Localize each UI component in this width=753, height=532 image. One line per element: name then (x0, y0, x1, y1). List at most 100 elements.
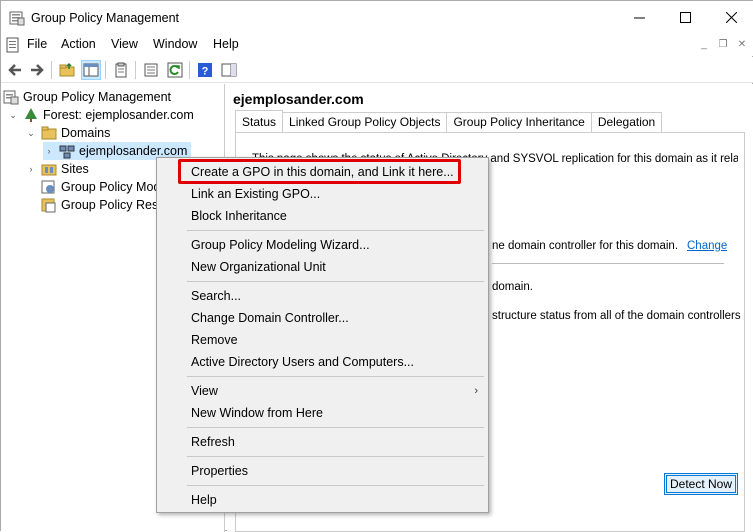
divider (492, 263, 724, 264)
menu-separator (187, 456, 484, 457)
tree-label-forest: Forest: ejemplosander.com (43, 108, 194, 122)
help-icon: ? (198, 63, 212, 78)
results-icon (41, 198, 56, 213)
tree-item-domains[interactable]: ⌄ Domains (25, 124, 110, 142)
highlight-annotation (178, 159, 461, 184)
tree-item-root[interactable]: Group Policy Management (3, 88, 171, 106)
forward-button[interactable] (27, 60, 47, 80)
tab-status[interactable]: Status (235, 110, 284, 132)
sites-icon (41, 164, 57, 176)
expand-icon[interactable]: › (43, 146, 55, 156)
menu-separator (187, 230, 484, 231)
tree-item-sites[interactable]: › Sites (25, 160, 89, 178)
menu-item-link-existing-gpo[interactable]: Link an Existing GPO... (159, 183, 486, 205)
menu-help[interactable]: Help (213, 37, 239, 51)
expand-icon[interactable]: › (25, 164, 37, 174)
mdi-restore-button[interactable]: ❐ (716, 38, 730, 52)
title-bar: Group Policy Management (1, 1, 753, 34)
toolbar-separator (105, 61, 106, 79)
properties-button[interactable] (111, 60, 131, 80)
mdi-close-button[interactable]: ✕ (735, 38, 749, 52)
action-pane-icon (221, 63, 237, 77)
menu-item-refresh[interactable]: Refresh (159, 431, 486, 453)
domain-icon (59, 145, 75, 159)
close-icon (725, 12, 737, 23)
domain-status-text: domain. (492, 281, 533, 293)
tree-label-domain: ejemplosander.com (79, 144, 188, 158)
menu-bar: File Action View Window Help _ ❐ ✕ (1, 34, 753, 56)
change-link[interactable]: Change (687, 240, 727, 252)
close-button[interactable] (708, 1, 753, 34)
menu-file[interactable]: File (27, 37, 47, 51)
menu-separator (187, 281, 484, 282)
menu-item-modeling-wizard[interactable]: Group Policy Modeling Wizard... (159, 234, 486, 256)
menu-item-view-label: View (191, 384, 218, 398)
window-title: Group Policy Management (31, 11, 179, 25)
modeling-icon (41, 180, 55, 194)
tree-item-modeling[interactable]: Group Policy Mod (41, 178, 160, 196)
tree-label-root: Group Policy Management (23, 90, 171, 104)
gpmc-app-icon (9, 11, 25, 26)
menu-separator (187, 427, 484, 428)
up-folder-button[interactable] (57, 60, 77, 80)
mdi-minimize-button[interactable]: _ (697, 38, 711, 52)
menu-window[interactable]: Window (153, 37, 197, 51)
tree-label-results: Group Policy Resu (61, 198, 166, 212)
forward-icon (31, 64, 44, 76)
tree-item-forest[interactable]: ⌄ Forest: ejemplosander.com (7, 106, 194, 124)
action-pane-button[interactable] (219, 60, 239, 80)
menu-separator (187, 485, 484, 486)
show-hide-tree-button[interactable] (81, 60, 101, 80)
up-folder-icon (59, 62, 75, 77)
menu-separator (187, 376, 484, 377)
infrastructure-status-text: structure status from all of the domain … (492, 310, 741, 322)
menu-action[interactable]: Action (61, 37, 96, 51)
page-title: ejemplosander.com (233, 91, 364, 107)
menu-item-remove[interactable]: Remove (159, 329, 486, 351)
menu-item-new-ou[interactable]: New Organizational Unit (159, 256, 486, 278)
tab-gp-inheritance[interactable]: Group Policy Inheritance (446, 112, 592, 132)
collapse-icon[interactable]: ⌄ (7, 110, 19, 121)
collapse-icon[interactable]: ⌄ (25, 128, 37, 139)
export-list-button[interactable] (141, 60, 161, 80)
toolbar: ? (1, 57, 753, 83)
menu-item-help[interactable]: Help (159, 489, 486, 511)
maximize-button[interactable] (662, 1, 708, 34)
menu-item-block-inheritance[interactable]: Block Inheritance (159, 205, 486, 227)
toolbar-separator (135, 61, 136, 79)
menu-item-change-dc[interactable]: Change Domain Controller... (159, 307, 486, 329)
domain-controller-text: ne domain controller for this domain. (492, 240, 679, 252)
tab-strip: Status Linked Group Policy Objects Group… (235, 110, 663, 132)
minimize-button[interactable] (616, 1, 662, 34)
folder-icon (41, 126, 57, 140)
menu-view[interactable]: View (111, 37, 138, 51)
context-menu: Create a GPO in this domain, and Link it… (156, 157, 489, 513)
tree-item-results[interactable]: Group Policy Resu (41, 196, 165, 214)
menu-item-ad-users-computers[interactable]: Active Directory Users and Computers... (159, 351, 486, 373)
help-button[interactable]: ? (195, 60, 215, 80)
forest-icon (25, 108, 37, 122)
submenu-arrow-icon: › (474, 385, 478, 397)
maximize-icon (679, 12, 691, 23)
menu-item-search[interactable]: Search... (159, 285, 486, 307)
tree-label-modeling: Group Policy Mod (61, 180, 161, 194)
svg-text:?: ? (202, 66, 209, 78)
properties-icon (115, 62, 127, 78)
menu-item-view[interactable]: View › (159, 380, 486, 402)
toolbar-separator (189, 61, 190, 79)
toolbar-separator (51, 61, 52, 79)
minimize-icon (633, 17, 645, 19)
export-list-icon (144, 63, 158, 77)
menu-item-properties[interactable]: Properties (159, 460, 486, 482)
back-button[interactable] (5, 60, 25, 80)
document-icon[interactable] (5, 37, 21, 53)
refresh-button[interactable] (165, 60, 185, 80)
show-hide-tree-icon (83, 63, 99, 77)
tree-label-domains: Domains (61, 126, 111, 140)
refresh-icon (167, 62, 183, 78)
tab-delegation[interactable]: Delegation (590, 112, 663, 132)
tab-linked-gpos[interactable]: Linked Group Policy Objects (282, 112, 448, 132)
menu-item-new-window[interactable]: New Window from Here (159, 402, 486, 424)
detect-now-button[interactable]: Detect Now (664, 473, 738, 495)
tree-label-sites: Sites (61, 162, 89, 176)
